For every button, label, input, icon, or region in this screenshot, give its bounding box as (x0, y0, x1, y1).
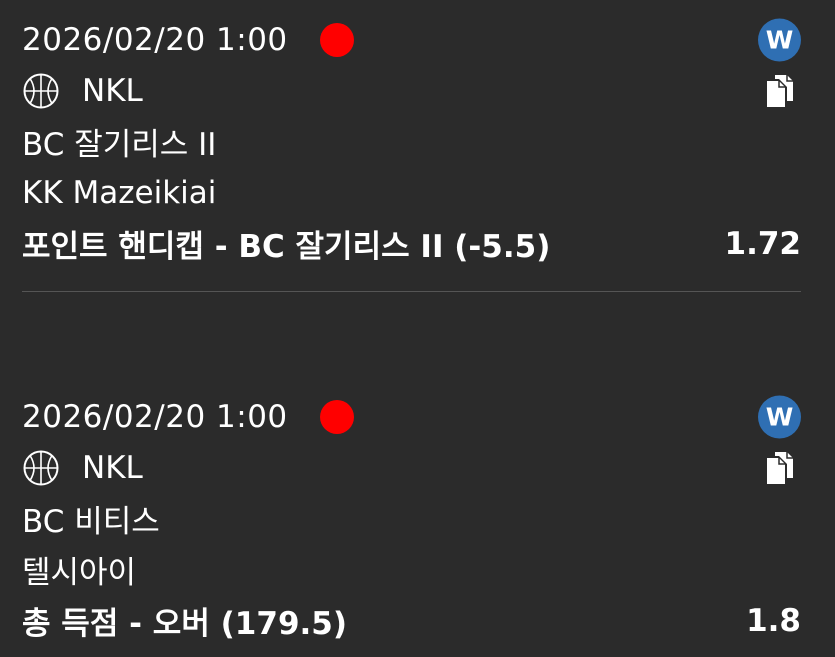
event-datetime: 2026/02/20 1:00 (22, 398, 288, 435)
league-row: NKL (22, 65, 801, 116)
event-datetime: 2026/02/20 1:00 (22, 21, 288, 58)
team-home-name: BC 잘기리스 II (22, 127, 217, 163)
league-name: NKL (82, 72, 143, 109)
league-row: NKL (22, 442, 801, 493)
result-badge: W (758, 18, 801, 61)
team-away-name: KK Mazeikiai (22, 174, 217, 211)
result-badge: W (758, 395, 801, 438)
bet-card: 2026/02/20 1:00 W NKL BC 잘기리스 II KK Maze… (22, 14, 801, 269)
basketball-icon (22, 72, 60, 110)
team-away-name: 텔시아이 (22, 555, 137, 591)
team-home: BC 잘기리스 II (22, 116, 801, 167)
live-indicator-dot (319, 399, 354, 434)
bet-card: 2026/02/20 1:00 W NKL BC 비티스 텔시아이 총 득점 -… (22, 391, 801, 646)
market-label: 포인트 핸디캡 - BC 잘기리스 II (-5.5) (22, 229, 551, 265)
market-row: 총 득점 - 오버 (179.5) 1.8 (22, 595, 801, 646)
copy-icon[interactable] (765, 73, 797, 109)
odds-value: 1.72 (724, 225, 802, 262)
team-away: KK Mazeikiai (22, 167, 801, 218)
team-away: 텔시아이 (22, 544, 801, 595)
team-home-name: BC 비티스 (22, 504, 160, 540)
odds-value: 1.8 (746, 602, 801, 639)
league-name: NKL (82, 449, 143, 486)
divider (22, 291, 801, 292)
bet-header-row: 2026/02/20 1:00 W (22, 14, 801, 65)
copy-icon[interactable] (765, 450, 797, 486)
basketball-icon (22, 449, 60, 487)
bet-header-row: 2026/02/20 1:00 W (22, 391, 801, 442)
team-home: BC 비티스 (22, 493, 801, 544)
market-row: 포인트 핸디캡 - BC 잘기리스 II (-5.5) 1.72 (22, 218, 801, 269)
market-label: 총 득점 - 오버 (179.5) (22, 606, 348, 642)
live-indicator-dot (319, 22, 354, 57)
